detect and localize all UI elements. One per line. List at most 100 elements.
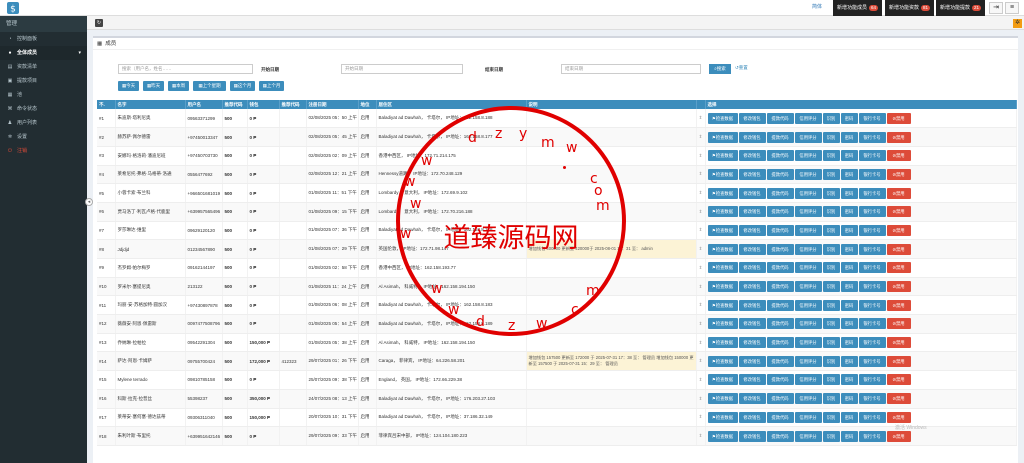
quick-last-month-button[interactable]: ▦上个月 xyxy=(259,81,284,91)
check-data-button[interactable]: ⚑检查数据 xyxy=(707,374,738,386)
identify-button[interactable]: 识别 xyxy=(822,299,840,311)
edit-wallet-button[interactable]: 修改钱包 xyxy=(738,299,766,311)
check-data-button[interactable]: ⚑检查数据 xyxy=(707,355,738,367)
password-button[interactable]: 密码 xyxy=(840,206,858,218)
disable-button[interactable]: ⊘禁用 xyxy=(886,411,911,423)
col-header-name[interactable]: 名字 xyxy=(115,100,186,109)
withdraw-code-button[interactable]: 提款代码 xyxy=(766,206,794,218)
edit-wallet-button[interactable]: 修改钱包 xyxy=(738,262,766,274)
identify-button[interactable]: 识别 xyxy=(822,355,840,367)
refresh-icon[interactable]: ↻ xyxy=(95,19,103,27)
withdraw-code-button[interactable]: 提款代码 xyxy=(766,150,794,162)
disable-button[interactable]: ⊘禁用 xyxy=(886,168,911,180)
check-data-button[interactable]: ⚑检查数据 xyxy=(707,262,738,274)
credit-score-button[interactable]: 信用评分 xyxy=(794,224,822,236)
edit-wallet-button[interactable]: 修改钱包 xyxy=(738,131,766,143)
check-data-button[interactable]: ⚑检查数据 xyxy=(707,411,738,423)
check-data-button[interactable]: ⚑检查数据 xyxy=(707,393,738,405)
withdraw-code-button[interactable]: 提款代码 xyxy=(766,393,794,405)
quick-yesterday-button[interactable]: ▦昨天 xyxy=(143,81,164,91)
col-header-ref-code[interactable]: 推荐代码 xyxy=(222,100,248,109)
col-header-ref-code-2[interactable]: 推荐代码 xyxy=(279,100,307,109)
new-deposits-button[interactable]: 新增功能资款 81 xyxy=(885,0,935,16)
credit-score-button[interactable]: 信用评分 xyxy=(794,337,822,349)
identify-button[interactable]: 识别 xyxy=(822,318,840,330)
edit-wallet-button[interactable]: 修改钱包 xyxy=(738,243,766,255)
reset-link[interactable]: ↺重置 xyxy=(735,65,748,71)
edit-wallet-button[interactable]: 修改钱包 xyxy=(738,150,766,162)
credit-score-button[interactable]: 信用评分 xyxy=(794,206,822,218)
disable-button[interactable]: ⊘禁用 xyxy=(886,131,911,143)
check-data-button[interactable]: ⚑检查数据 xyxy=(707,131,738,143)
credit-score-button[interactable]: 信用评分 xyxy=(794,374,822,386)
check-data-button[interactable]: ⚑检查数据 xyxy=(707,168,738,180)
credit-score-button[interactable]: 信用评分 xyxy=(794,318,822,330)
logo-icon[interactable]: $ xyxy=(3,1,23,15)
withdraw-code-button[interactable]: 提款代码 xyxy=(766,430,794,442)
bank-card-button[interactable]: 银行卡号 xyxy=(858,187,886,199)
col-header-residence[interactable]: 居住区 xyxy=(376,100,527,109)
row-status[interactable]: 启用 xyxy=(358,314,377,334)
withdraw-code-button[interactable]: 提款代码 xyxy=(766,318,794,330)
bank-card-button[interactable]: 银行卡号 xyxy=(858,393,886,405)
edit-wallet-button[interactable]: 修改钱包 xyxy=(738,206,766,218)
identify-button[interactable]: 识别 xyxy=(822,337,840,349)
disable-button[interactable]: ⊘禁用 xyxy=(886,393,911,405)
password-button[interactable]: 密码 xyxy=(840,430,858,442)
row-status[interactable]: 启用 xyxy=(358,146,377,166)
row-status[interactable]: 启用 xyxy=(358,239,377,259)
identify-button[interactable]: 识别 xyxy=(822,393,840,405)
credit-score-button[interactable]: 信用评分 xyxy=(794,411,822,423)
bank-card-button[interactable]: 银行卡号 xyxy=(858,299,886,311)
password-button[interactable]: 密码 xyxy=(840,262,858,274)
check-data-button[interactable]: ⚑检查数据 xyxy=(707,150,738,162)
credit-score-button[interactable]: 信用评分 xyxy=(794,150,822,162)
disable-button[interactable]: ⊘禁用 xyxy=(886,243,911,255)
credit-score-button[interactable]: 信用评分 xyxy=(794,187,822,199)
credit-score-button[interactable]: 信用评分 xyxy=(794,393,822,405)
edit-wallet-button[interactable]: 修改钱包 xyxy=(738,374,766,386)
withdraw-code-button[interactable]: 提款代码 xyxy=(766,243,794,255)
new-withdrawals-button[interactable]: 新增功能提款 21 xyxy=(936,0,986,16)
identify-button[interactable]: 识别 xyxy=(822,243,840,255)
row-status[interactable]: 启用 xyxy=(358,202,377,222)
bank-card-button[interactable]: 银行卡号 xyxy=(858,374,886,386)
withdraw-code-button[interactable]: 提款代码 xyxy=(766,168,794,180)
password-button[interactable]: 密码 xyxy=(840,374,858,386)
credit-score-button[interactable]: 信用评分 xyxy=(794,299,822,311)
col-header-wallet[interactable]: 钱包 xyxy=(247,100,280,109)
password-button[interactable]: 密码 xyxy=(840,281,858,293)
identify-button[interactable]: 识别 xyxy=(822,112,840,124)
edit-wallet-button[interactable]: 修改钱包 xyxy=(738,224,766,236)
quick-last-week-button[interactable]: ▦上个星期 xyxy=(193,81,226,91)
password-button[interactable]: 密码 xyxy=(840,131,858,143)
edit-wallet-button[interactable]: 修改钱包 xyxy=(738,112,766,124)
password-button[interactable]: 密码 xyxy=(840,224,858,236)
identify-button[interactable]: 识别 xyxy=(822,281,840,293)
fullscreen-icon[interactable]: ⇥ xyxy=(989,2,1003,14)
check-data-button[interactable]: ⚑检查数据 xyxy=(707,337,738,349)
edit-wallet-button[interactable]: 修改钱包 xyxy=(738,337,766,349)
identify-button[interactable]: 识别 xyxy=(822,131,840,143)
password-button[interactable]: 密码 xyxy=(840,187,858,199)
credit-score-button[interactable]: 信用评分 xyxy=(794,281,822,293)
sidebar-item-members[interactable]: ● 全体成员 ▾ xyxy=(0,46,87,60)
disable-button[interactable]: ⊘禁用 xyxy=(886,337,911,349)
password-button[interactable]: 密码 xyxy=(840,168,858,180)
credit-score-button[interactable]: 信用评分 xyxy=(794,430,822,442)
withdraw-code-button[interactable]: 提款代码 xyxy=(766,374,794,386)
password-button[interactable]: 密码 xyxy=(840,337,858,349)
row-status[interactable]: 启用 xyxy=(358,333,377,353)
credit-score-button[interactable]: 信用评分 xyxy=(794,355,822,367)
withdraw-code-button[interactable]: 提款代码 xyxy=(766,411,794,423)
credit-score-button[interactable]: 信用评分 xyxy=(794,168,822,180)
bank-card-button[interactable]: 银行卡号 xyxy=(858,281,886,293)
sidebar-item-pool[interactable]: ▦ 池 xyxy=(0,88,87,102)
edit-wallet-button[interactable]: 修改钱包 xyxy=(738,187,766,199)
sidebar-item-withdrawals[interactable]: ▣ 提款项目 xyxy=(0,74,87,88)
check-data-button[interactable]: ⚑检查数据 xyxy=(707,281,738,293)
new-members-button[interactable]: 新增功能成员 64 xyxy=(833,0,883,16)
credit-score-button[interactable]: 信用评分 xyxy=(794,112,822,124)
row-status[interactable]: 启用 xyxy=(358,127,377,147)
withdraw-code-button[interactable]: 提款代码 xyxy=(766,262,794,274)
